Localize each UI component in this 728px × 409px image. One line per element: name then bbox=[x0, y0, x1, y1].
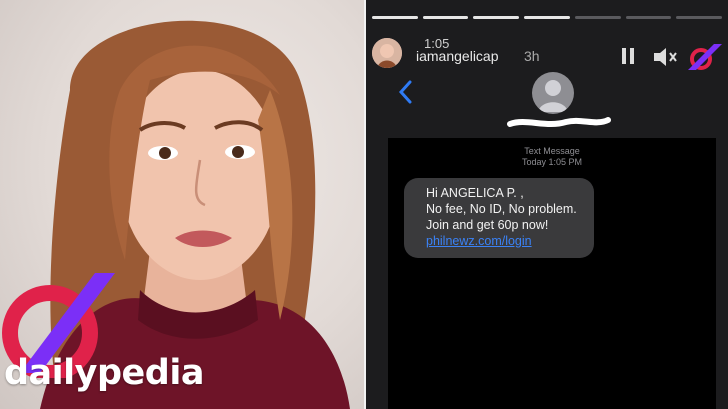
message-link[interactable]: philnewz.com/login bbox=[426, 234, 532, 248]
progress-segment bbox=[473, 16, 520, 19]
mute-icon[interactable] bbox=[654, 48, 677, 66]
message-type-label: Text Message bbox=[524, 146, 580, 156]
progress-segment bbox=[676, 16, 722, 19]
story-age: 3h bbox=[524, 48, 540, 64]
story-controls bbox=[622, 44, 722, 70]
message-bubble[interactable]: Hi ANGELICA P. , No fee, No ID, No probl… bbox=[404, 178, 594, 258]
back-chevron-icon[interactable] bbox=[396, 78, 416, 106]
message-line: Join and get 60p now! bbox=[426, 218, 549, 232]
story-username[interactable]: iamangelicap bbox=[416, 48, 499, 64]
message-timestamp: Today 1:05 PM bbox=[521, 157, 583, 167]
portrait-panel: dailypedia bbox=[0, 0, 364, 409]
pause-icon[interactable] bbox=[622, 48, 634, 64]
dailypedia-mini-logo-icon bbox=[688, 44, 722, 70]
progress-segment bbox=[372, 16, 418, 19]
progress-segment bbox=[574, 16, 621, 19]
redacted-contact-name bbox=[507, 117, 611, 127]
story-avatar[interactable] bbox=[372, 38, 402, 68]
message-thread: Text Message Today 1:05 PM Hi ANGELICA P… bbox=[388, 138, 716, 409]
progress-segment bbox=[524, 16, 570, 19]
progress-segment bbox=[625, 16, 672, 19]
dailypedia-logo-text: dailypedia bbox=[4, 353, 204, 393]
progress-segment bbox=[422, 16, 469, 19]
message-line: No fee, No ID, No problem. bbox=[426, 202, 577, 216]
contact-avatar[interactable] bbox=[532, 72, 574, 114]
story-screenshot: 1:05 iamangelicap 3h Text Message Today … bbox=[366, 0, 728, 409]
message-line: Hi ANGELICA P. , bbox=[426, 186, 524, 200]
